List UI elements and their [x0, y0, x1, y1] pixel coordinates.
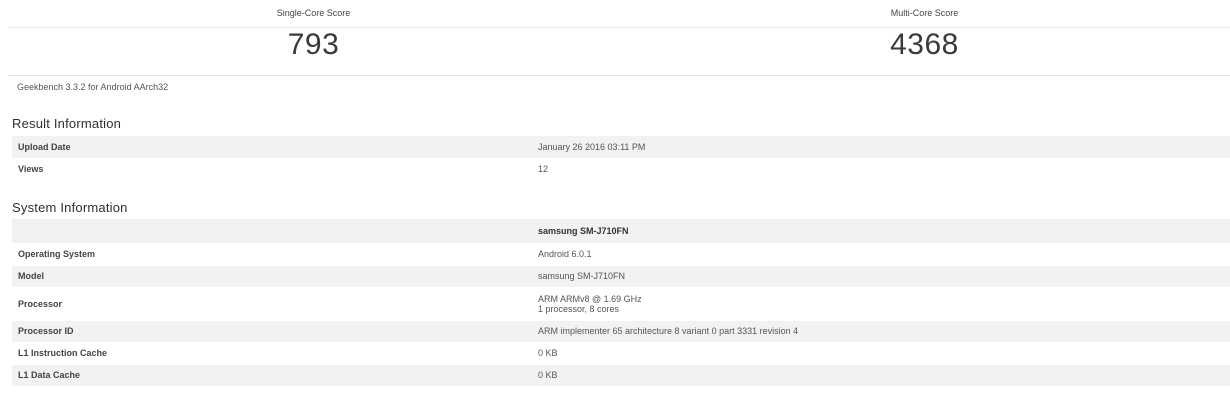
processor-id-value: ARM implementer 65 architecture 8 varian…	[532, 320, 1230, 343]
multi-core-score-value: 4368	[890, 28, 959, 61]
processor-value: ARM ARMv8 @ 1.69 GHz 1 processor, 8 core…	[532, 287, 1230, 321]
operating-system-label: Operating System	[12, 243, 532, 266]
processor-label: Processor	[12, 287, 532, 321]
l1-data-cache-value: 0 KB	[532, 364, 1230, 387]
upload-date-value: January 26 2016 03:11 PM	[532, 136, 1230, 159]
geekbench-result-page: Single-Core Score 793 Multi-Core Score 4…	[0, 0, 1230, 400]
system-information-heading: System Information	[12, 200, 128, 215]
upload-date-label: Upload Date	[12, 136, 532, 159]
operating-system-value: Android 6.0.1	[532, 243, 1230, 266]
table-row: L1 Instruction Cache 0 KB	[12, 342, 1230, 365]
model-label: Model	[12, 265, 532, 288]
geekbench-version: Geekbench 3.3.2 for Android AArch32	[17, 82, 169, 92]
multi-core-score-label: Multi-Core Score	[890, 8, 959, 18]
table-row: Processor ID ARM implementer 65 architec…	[12, 320, 1230, 343]
score-header: Single-Core Score 793 Multi-Core Score 4…	[8, 0, 1230, 76]
table-row: Operating System Android 6.0.1	[12, 243, 1230, 266]
processor-speed: ARM ARMv8 @ 1.69 GHz	[538, 293, 642, 304]
l1-instruction-cache-label: L1 Instruction Cache	[12, 342, 532, 365]
processor-id-label: Processor ID	[12, 320, 532, 343]
table-row: Processor ARM ARMv8 @ 1.69 GHz 1 process…	[12, 287, 1230, 321]
table-row: L1 Data Cache 0 KB	[12, 364, 1230, 387]
model-value: samsung SM-J710FN	[532, 265, 1230, 288]
result-information-table: Upload Date January 26 2016 03:11 PM Vie…	[12, 136, 1230, 181]
l1-data-cache-label: L1 Data Cache	[12, 364, 532, 387]
processor-cores: 1 processor, 8 cores	[538, 303, 620, 314]
table-row: Model samsung SM-J710FN	[12, 265, 1230, 288]
table-header-row: samsung SM-J710FN	[12, 219, 1230, 244]
l1-instruction-cache-value: 0 KB	[532, 342, 1230, 365]
single-core-score-label: Single-Core Score	[276, 8, 351, 18]
views-value: 12	[532, 158, 1230, 181]
table-header-empty	[12, 219, 532, 244]
device-name-header: samsung SM-J710FN	[532, 219, 1230, 244]
table-row: Upload Date January 26 2016 03:11 PM	[12, 136, 1230, 159]
result-information-heading: Result Information	[12, 116, 122, 131]
multi-core-score-panel: Multi-Core Score 4368	[619, 0, 1230, 75]
table-row: Views 12	[12, 158, 1230, 181]
system-information-table: samsung SM-J710FN Operating System Andro…	[12, 219, 1230, 387]
views-label: Views	[12, 158, 532, 181]
single-core-score-panel: Single-Core Score 793	[8, 0, 619, 75]
single-core-score-value: 793	[287, 28, 340, 61]
